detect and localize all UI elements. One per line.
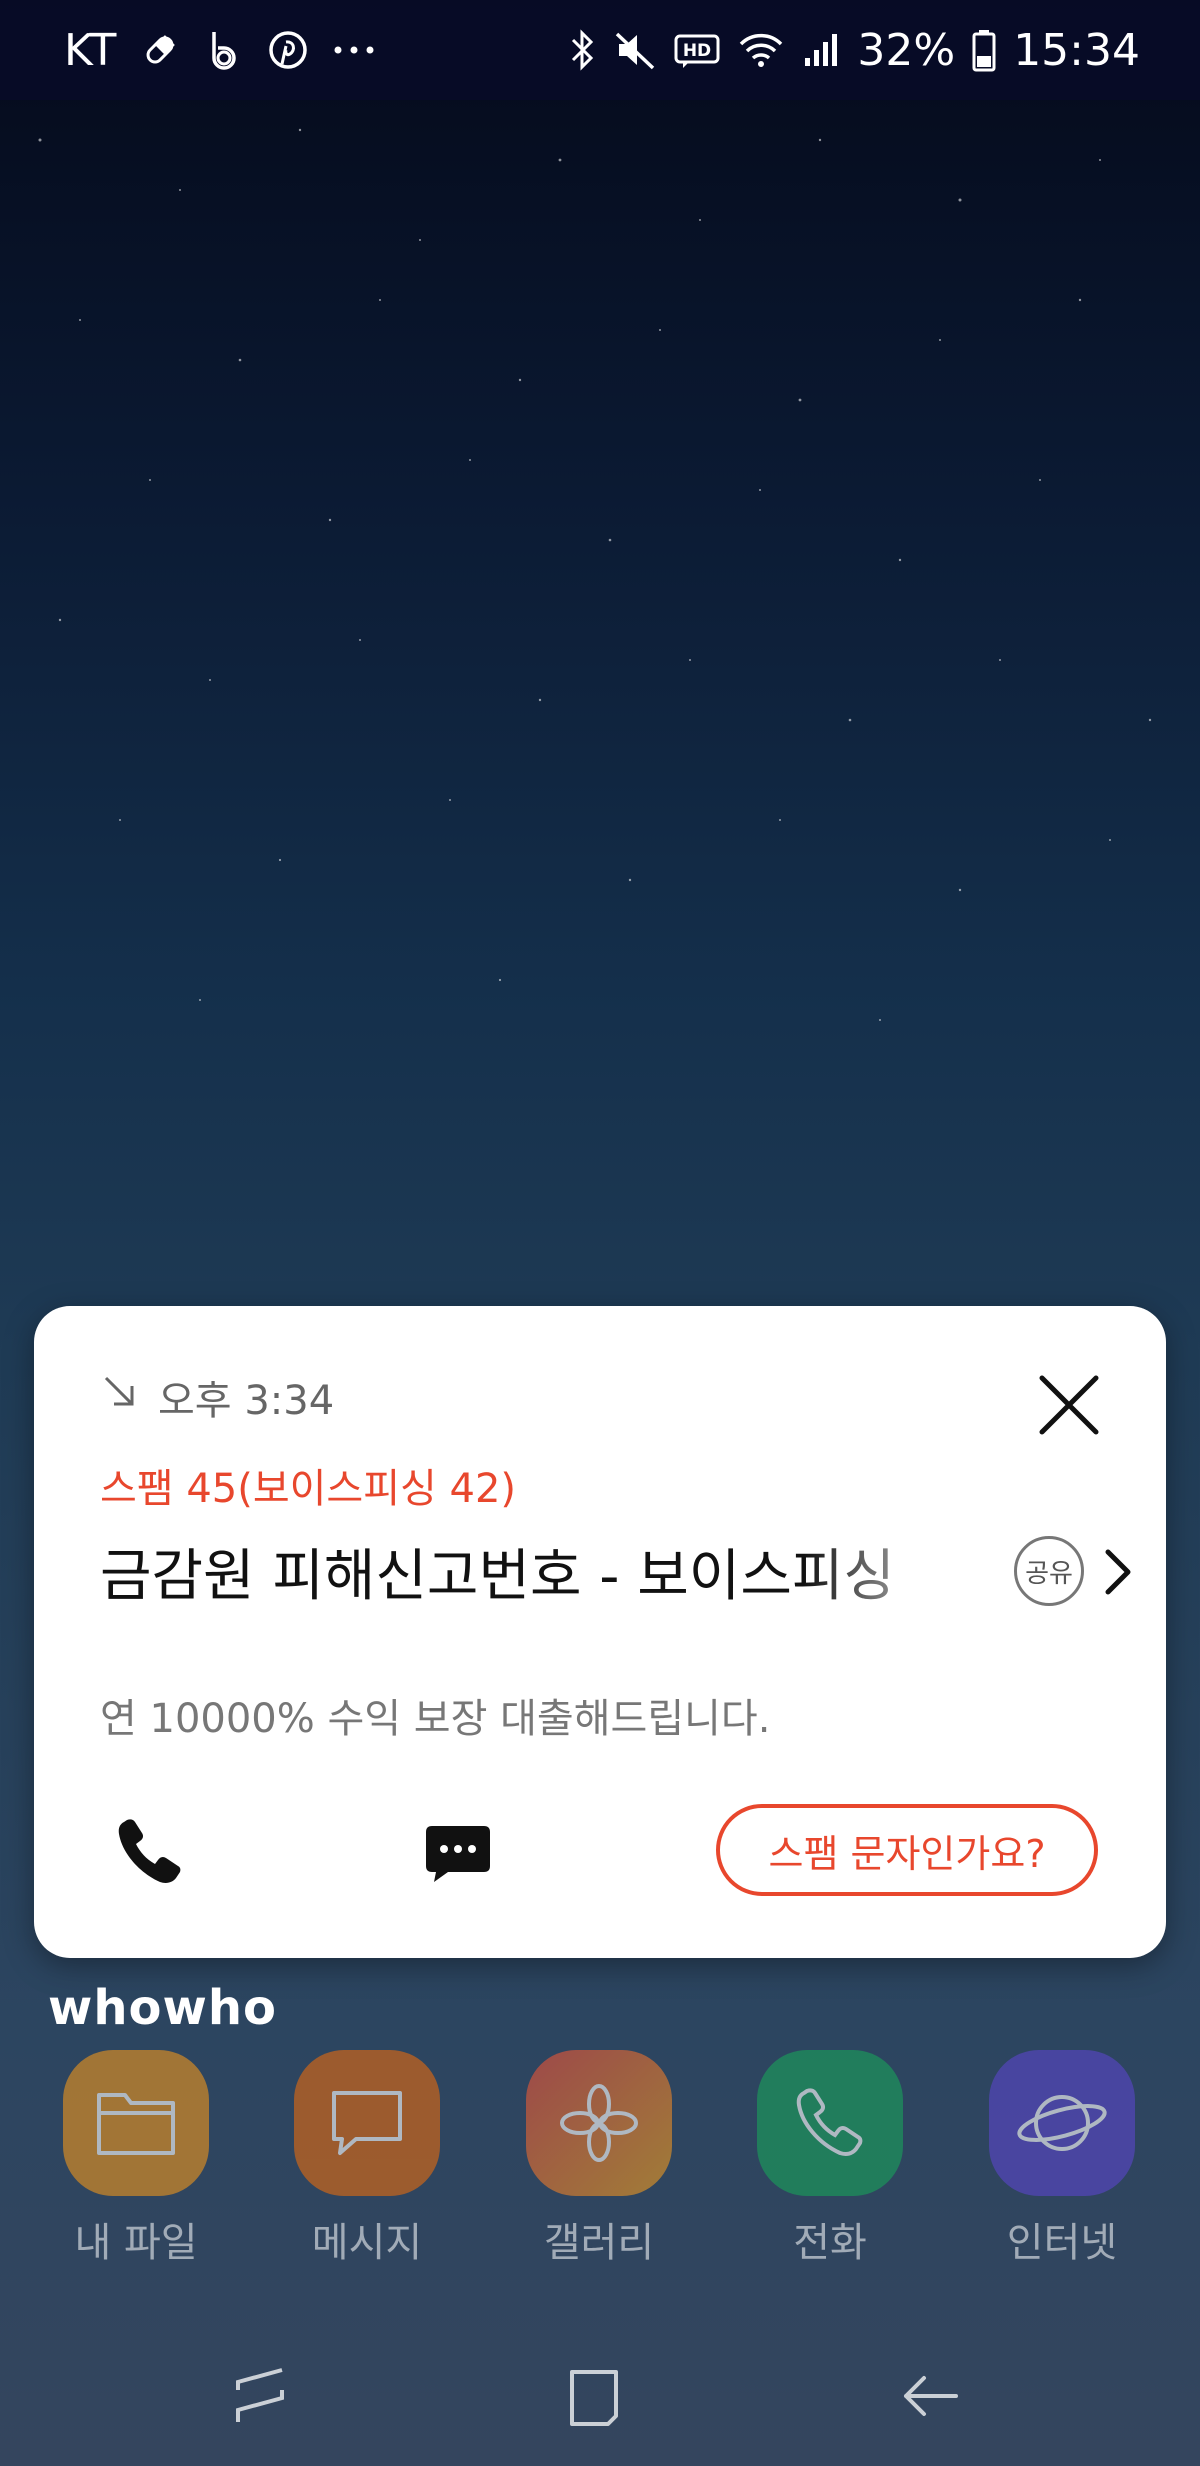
app-phone[interactable]: 전화	[740, 2050, 920, 2268]
caller-id-popup: 오후 3:34 스팸 45(보이스피싱 42) 금감원 피해신고번호 - 보이스…	[34, 1306, 1166, 1958]
back-icon	[904, 2376, 958, 2416]
action-row: 스팸 문자인가요?	[34, 1794, 1166, 1904]
folder-icon	[63, 2050, 209, 2196]
app-label: 인터넷	[1006, 2220, 1118, 2266]
caller-title-row[interactable]: 금감원 피해신고번호 - 보이스피싱 공유	[100, 1526, 1131, 1616]
wallpaper-stars	[38, 128, 1152, 1021]
pinterest-icon	[268, 30, 308, 70]
signal-icon	[801, 30, 841, 70]
status-bar: KT HD 32% 15:34	[0, 0, 1200, 100]
incoming-call-arrow-icon	[100, 1372, 140, 1422]
page-indicator	[490, 1940, 618, 1956]
spam-count-label: 스팸 45(보이스피싱 42)	[100, 1466, 517, 1512]
app-label: 메시지	[311, 2220, 423, 2266]
hd-voice-icon: HD	[673, 30, 721, 70]
page-dot	[546, 1940, 562, 1956]
app-label: 전화	[793, 2220, 867, 2266]
status-left: KT	[64, 25, 376, 76]
phone-icon	[118, 1819, 181, 1883]
svg-text:HD: HD	[683, 41, 711, 61]
page-dot	[490, 1940, 506, 1956]
share-badge: 공유	[1014, 1536, 1084, 1606]
recent-apps-icon	[236, 2368, 284, 2422]
message-icon	[294, 2050, 440, 2196]
app-label: 내 파일	[74, 2220, 198, 2266]
page-dot	[602, 1940, 618, 1956]
phone-icon	[757, 2050, 903, 2196]
status-right: HD 32% 15:34	[569, 25, 1140, 76]
app-dock: 내 파일 메시지 갤러리 전화 인터넷	[0, 2050, 1200, 2290]
flower-icon	[526, 2050, 672, 2196]
close-button[interactable]	[1034, 1370, 1104, 1440]
home-icon	[570, 2370, 618, 2426]
app-messages[interactable]: 메시지	[277, 2050, 457, 2268]
close-icon	[1039, 1375, 1099, 1435]
spam-report-button[interactable]: 스팸 문자인가요?	[716, 1804, 1098, 1896]
battery-percent: 32%	[857, 24, 956, 76]
call-button[interactable]	[110, 1812, 190, 1892]
planet-icon	[989, 2050, 1135, 2196]
band-app-icon	[204, 28, 244, 72]
pill-icon	[140, 30, 180, 70]
mute-icon	[613, 28, 657, 72]
wifi-icon	[737, 30, 785, 70]
call-time: 오후 3:34	[158, 1378, 335, 1424]
app-my-files[interactable]: 내 파일	[46, 2050, 226, 2268]
bluetooth-icon	[569, 28, 597, 72]
message-preview: 연 10000% 수익 보장 대출해드립니다.	[100, 1696, 771, 1742]
call-info-row: 오후 3:34	[100, 1368, 334, 1426]
app-internet[interactable]: 인터넷	[972, 2050, 1152, 2268]
navigation-bar	[0, 2326, 1200, 2466]
battery-icon	[971, 28, 997, 72]
clock: 15:34	[1013, 24, 1140, 76]
recent-apps-button[interactable]	[220, 2356, 300, 2436]
caller-title: 금감원 피해신고번호 - 보이스피싱	[100, 1543, 895, 1609]
chat-bubble-icon	[426, 1826, 490, 1882]
app-gallery[interactable]: 갤러리	[509, 2050, 689, 2268]
carrier-label: KT	[64, 24, 117, 76]
whowho-logo: whowho	[48, 1980, 277, 2036]
message-button[interactable]	[418, 1812, 498, 1892]
more-notifications-icon	[332, 45, 376, 55]
back-button[interactable]	[890, 2356, 970, 2436]
app-label: 갤러리	[543, 2220, 655, 2266]
home-button[interactable]	[554, 2356, 634, 2436]
chevron-right-icon	[1105, 1549, 1131, 1595]
